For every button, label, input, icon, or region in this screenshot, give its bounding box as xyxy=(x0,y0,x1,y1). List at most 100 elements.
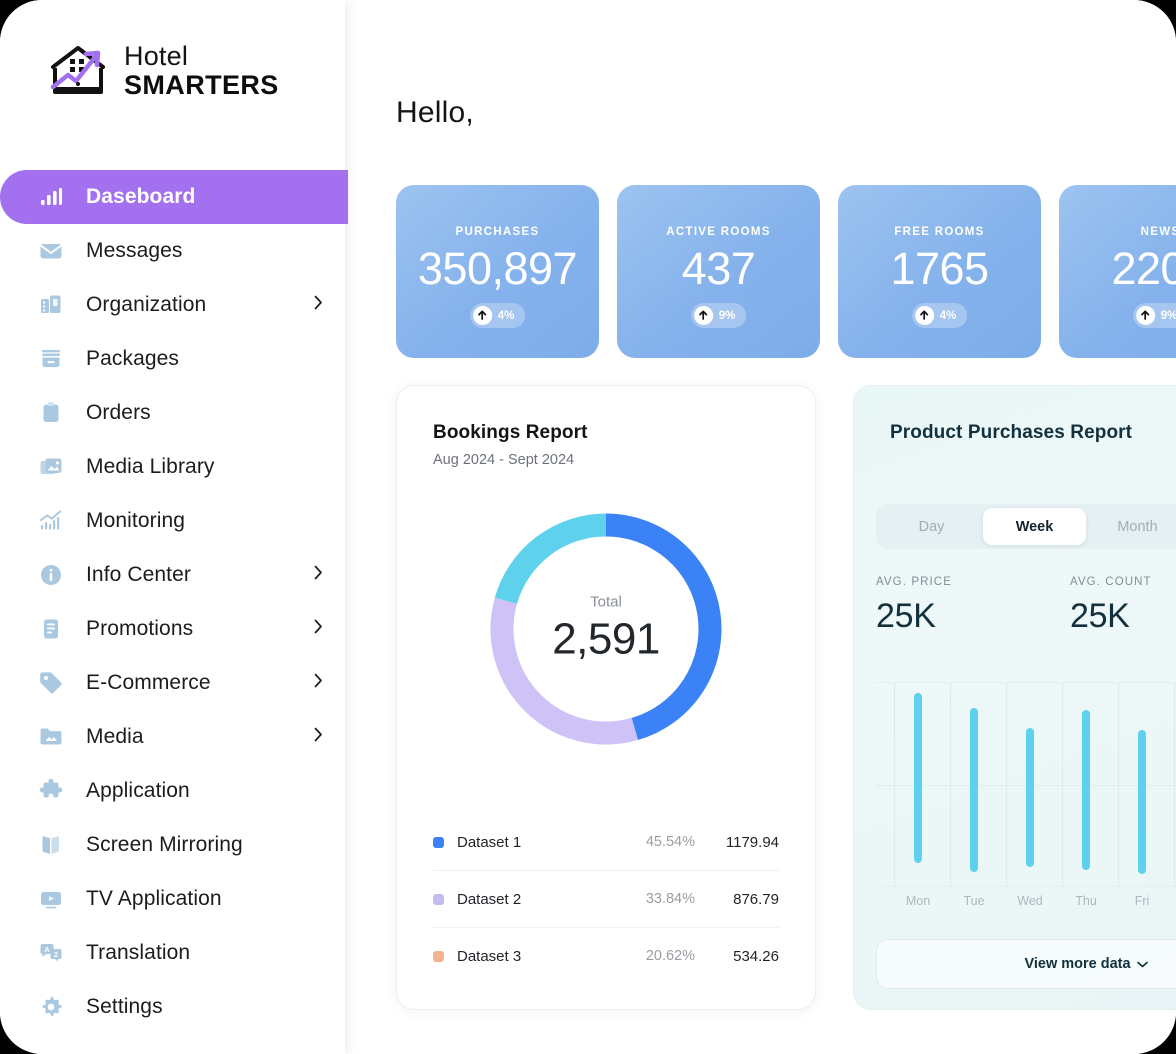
document-lines-icon xyxy=(36,614,66,644)
grid-line xyxy=(1062,683,1063,886)
arrow-up-icon xyxy=(1135,306,1155,325)
sidebar-item-label: Daseboard xyxy=(86,185,196,208)
sidebar-item-info-center[interactable]: Info Center xyxy=(0,548,345,602)
bookings-legend: Dataset 1 45.54% 1179.94 Dataset 2 33.84% 876… xyxy=(433,814,779,984)
x-axis-tick-label: Thu xyxy=(1075,894,1097,908)
chevron-right-icon[interactable] xyxy=(314,727,323,747)
x-axis-tick-label: Mon xyxy=(905,894,931,908)
stat-card-trend-badge: 4% xyxy=(911,303,968,328)
sidebar-item-orders[interactable]: Orders xyxy=(0,386,345,440)
package-box-icon xyxy=(36,344,66,374)
sidebar-item-translation[interactable]: A 2 Translation xyxy=(0,926,345,980)
building-icon xyxy=(36,290,66,320)
sidebar-item-packages[interactable]: Packages xyxy=(0,332,345,386)
period-tab-month[interactable]: Month xyxy=(1086,508,1176,545)
chevron-right-icon[interactable] xyxy=(314,565,323,585)
house-growth-chart-icon xyxy=(48,42,110,100)
bar-chart-icon xyxy=(36,182,66,212)
bookings-report-title: Bookings Report xyxy=(433,422,588,443)
sidebar-item-media[interactable]: Media xyxy=(0,710,345,764)
sidebar-item-media-library[interactable]: Media Library xyxy=(0,440,345,494)
price-tag-icon xyxy=(36,668,66,698)
line-chart-icon xyxy=(36,506,66,536)
legend-row[interactable]: Dataset 2 33.84% 876.79 xyxy=(433,871,779,928)
stat-card-value: 350,897 xyxy=(417,243,578,294)
stat-card-trend-badge: 4% xyxy=(469,303,526,328)
sidebar-item-screen-mirroring[interactable]: Screen Mirroring xyxy=(0,818,345,872)
sidebar-item-settings[interactable]: Settings xyxy=(0,980,345,1034)
tv-play-icon xyxy=(36,884,66,914)
x-axis-tick-label: Fri xyxy=(1134,894,1150,908)
sidebar-item-label: Translation xyxy=(86,941,191,964)
sidebar-item-monitoring[interactable]: Monitoring xyxy=(0,494,345,548)
chevron-right-icon[interactable] xyxy=(314,619,323,639)
reports-row: Bookings Report Aug 2024 - Sept 2024 Tot… xyxy=(396,385,1176,1010)
stat-card[interactable]: ACTIVE ROOMS 437 9% xyxy=(617,185,820,358)
svg-text:A: A xyxy=(44,945,50,954)
stat-card[interactable]: FREE ROOMS 1765 4% xyxy=(838,185,1041,358)
legend-color-swatch xyxy=(433,950,444,962)
metric-block: AVG. PRICE 25K xyxy=(876,576,952,636)
sidebar-item-e-commerce[interactable]: E-Commerce xyxy=(0,656,345,710)
period-segmented-control[interactable]: DayWeekMonthYear xyxy=(876,504,1176,549)
view-more-data-label: View more data xyxy=(1024,956,1131,972)
gear-icon xyxy=(36,992,66,1022)
grid-line xyxy=(950,683,951,886)
bar xyxy=(1026,728,1034,868)
open-book-icon xyxy=(36,830,66,860)
brand-logo[interactable]: Hotel SMARTERS xyxy=(48,42,279,100)
chevron-right-icon[interactable] xyxy=(314,295,323,315)
grid-line xyxy=(1006,683,1007,886)
sidebar-item-label: Info Center xyxy=(86,563,191,586)
sidebar-item-label: E-Commerce xyxy=(86,671,211,694)
sidebar-item-daseboard[interactable]: Daseboard xyxy=(0,170,348,224)
sidebar-item-label: Messages xyxy=(86,239,183,262)
app-frame: Hotel SMARTERS Daseboard Messages Organiza… xyxy=(0,0,1176,1054)
metric-label: AVG. PRICE xyxy=(876,576,952,588)
stat-card-title: PURCHASES xyxy=(455,226,540,238)
sidebar-item-messages[interactable]: Messages xyxy=(0,224,345,278)
page-title: Hello, xyxy=(396,96,474,129)
period-tab-day[interactable]: Day xyxy=(880,508,983,545)
bookings-donut-chart: Total 2,591 xyxy=(481,504,731,754)
stat-card-value: 2200 xyxy=(1111,243,1176,294)
legend-row[interactable]: Dataset 3 20.62% 534.26 xyxy=(433,928,779,984)
sidebar-item-organization[interactable]: Organization xyxy=(0,278,345,332)
sidebar: Hotel SMARTERS Daseboard Messages Organiza… xyxy=(0,0,348,1054)
arrow-up-icon xyxy=(472,306,492,325)
metric-label: AVG. COUNT xyxy=(1069,576,1152,588)
sidebar-item-label: Organization xyxy=(86,293,207,316)
legend-value: 534.26 xyxy=(733,947,779,965)
donut-segment xyxy=(490,597,638,745)
clipboard-icon xyxy=(36,398,66,428)
legend-percent: 45.54% xyxy=(645,834,695,850)
sidebar-item-promotions[interactable]: Promotions xyxy=(0,602,345,656)
view-more-data-button[interactable]: View more data xyxy=(876,939,1176,989)
sidebar-item-tv-application[interactable]: TV Application xyxy=(0,872,345,926)
chevron-right-icon[interactable] xyxy=(314,673,323,693)
bookings-report-card: Bookings Report Aug 2024 - Sept 2024 Tot… xyxy=(396,385,816,1010)
sidebar-item-label: Application xyxy=(86,779,190,802)
stat-card-delta: 9% xyxy=(718,309,736,322)
svg-text:2: 2 xyxy=(54,952,58,959)
legend-label: Dataset 1 xyxy=(457,833,522,851)
stat-card-row: PURCHASES 350,897 4% ACTIVE ROOMS 437 9% FREE … xyxy=(396,185,1176,358)
grid-line xyxy=(1174,683,1175,886)
legend-row[interactable]: Dataset 1 45.54% 1179.94 xyxy=(433,814,779,871)
purchases-metrics: AVG. PRICE 25K AVG. COUNT 25K xyxy=(876,576,1152,636)
period-tab-week[interactable]: Week xyxy=(983,508,1086,545)
arrow-up-icon xyxy=(693,306,713,325)
stat-card[interactable]: PURCHASES 350,897 4% xyxy=(396,185,599,358)
stat-card[interactable]: NEWS 2200 9% xyxy=(1059,185,1176,358)
bar-chart-x-axis: MonTueWedThuFriSatSun xyxy=(876,894,1176,918)
legend-value: 1179.94 xyxy=(725,833,779,851)
brand-name-line2: SMARTERS xyxy=(124,70,279,100)
sidebar-item-application[interactable]: Application xyxy=(0,764,345,818)
folder-image-icon xyxy=(36,722,66,752)
stat-card-value: 1765 xyxy=(890,243,989,294)
grid-line xyxy=(1118,683,1119,886)
arrow-up-icon xyxy=(914,306,934,325)
puzzle-piece-icon xyxy=(36,776,66,806)
chevron-down-icon xyxy=(1136,955,1148,973)
bar xyxy=(914,693,922,864)
